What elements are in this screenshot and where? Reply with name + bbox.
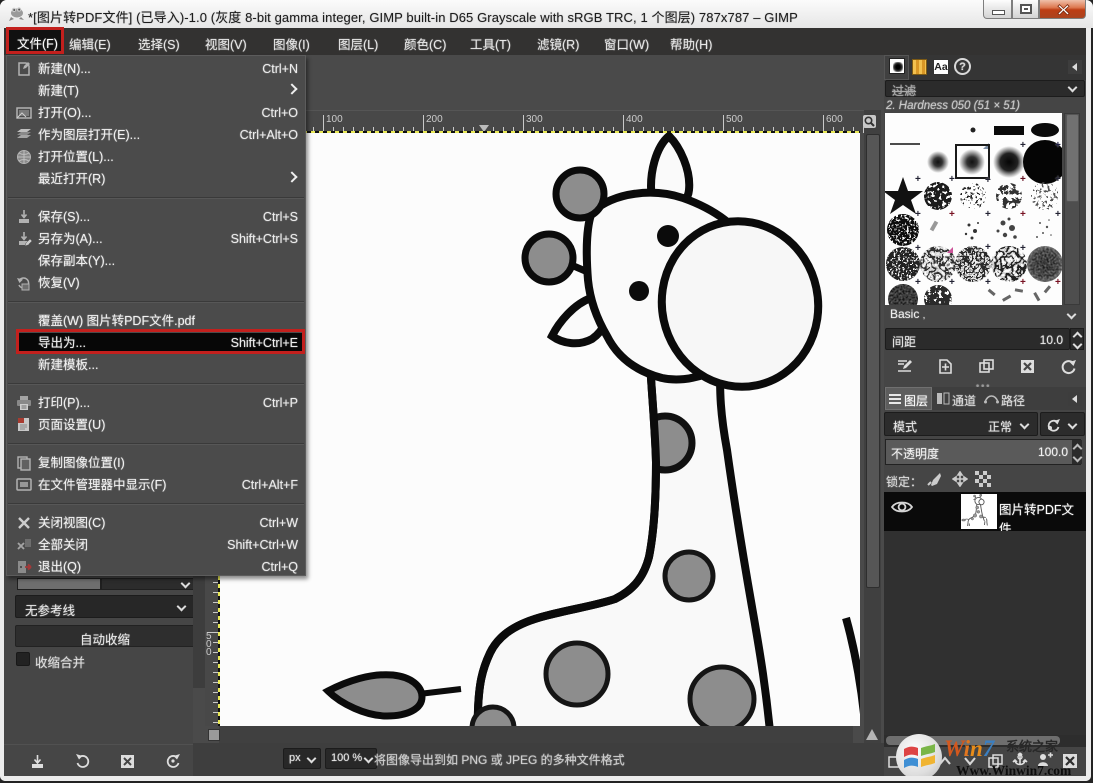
svg-text:+: +	[915, 174, 921, 185]
svg-text:+: +	[985, 277, 991, 288]
svg-text:+: +	[1020, 209, 1026, 220]
svg-text:+: +	[915, 243, 921, 254]
svg-text:+: +	[985, 175, 991, 186]
svg-text:+: +	[985, 242, 991, 253]
svg-text:+: +	[1055, 277, 1061, 288]
svg-text:+: +	[1055, 209, 1061, 220]
svg-text:+: +	[949, 277, 955, 288]
svg-text:+: +	[985, 209, 991, 220]
svg-text:+: +	[1020, 140, 1026, 151]
svg-text:+: +	[1020, 174, 1026, 185]
svg-text:+: +	[949, 174, 955, 185]
svg-text:+: +	[1020, 243, 1026, 254]
svg-text:+: +	[1055, 174, 1061, 185]
svg-text:+: +	[949, 209, 955, 220]
svg-text:+: +	[1055, 140, 1061, 151]
svg-text:+: +	[1020, 277, 1026, 288]
svg-text:+: +	[915, 277, 921, 288]
svg-text:+: +	[915, 209, 921, 220]
